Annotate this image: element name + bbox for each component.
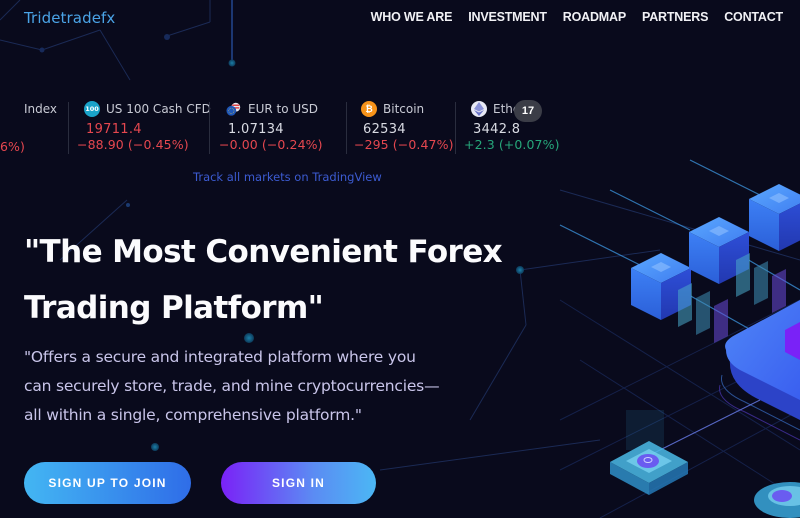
- ticker-item-index[interactable]: Index 6%): [0, 98, 58, 156]
- ticker-divider: [455, 102, 456, 154]
- ticker-item-bitcoin[interactable]: ₿ Bitcoin 62534 −295 (−0.47%): [354, 98, 454, 156]
- ticker-price: 3442.8: [473, 122, 521, 137]
- nav-who-we-are[interactable]: WHO WE ARE: [371, 10, 453, 24]
- site-header: Tridetradefx WHO WE ARE INVESTMENT ROADM…: [0, 0, 800, 34]
- hero-title: "The Most Convenient Forex Trading Platf…: [24, 224, 544, 336]
- ticker-price: 19711.4: [86, 122, 142, 137]
- ticker-price: 62534: [363, 122, 406, 137]
- hero-subtitle: "Offers a secure and integrated platform…: [24, 343, 524, 430]
- nav-partners[interactable]: PARTNERS: [642, 10, 708, 24]
- ticker-tape-widget: Index 6%) 100 US 100 Cash CFD 19711.4 −8…: [0, 98, 560, 158]
- hero-subtitle-line-2: can securely store, trade, and mine cryp…: [24, 377, 440, 395]
- ticker-divider: [209, 102, 210, 154]
- sign-up-button[interactable]: SIGN UP TO JOIN: [24, 462, 191, 504]
- eur-usd-flags-icon: [226, 101, 242, 117]
- logo[interactable]: Tridetradefx: [24, 9, 115, 27]
- blockchain-illustration: [559, 159, 800, 518]
- ticker-name: Index: [24, 102, 58, 116]
- ticker-item-us100[interactable]: 100 US 100 Cash CFD 19711.4 −88.90 (−0.4…: [77, 98, 211, 156]
- tradingview-logo-icon[interactable]: 17: [514, 100, 542, 122]
- hero-subtitle-line-1: "Offers a secure and integrated platform…: [24, 348, 416, 366]
- ticker-item-eurusd[interactable]: EUR to USD 1.07134 −0.00 (−0.24%): [219, 98, 323, 156]
- us100-icon: 100: [84, 101, 100, 117]
- hero-title-line-2: Trading Platform": [24, 290, 324, 326]
- ticker-name: Bitcoin: [383, 102, 425, 116]
- nav-contact[interactable]: CONTACT: [724, 10, 783, 24]
- hero-title-line-1: "The Most Convenient Forex: [24, 234, 503, 270]
- ticker-change: 6%): [0, 139, 26, 154]
- sign-in-button[interactable]: SIGN IN: [221, 462, 376, 504]
- ticker-divider: [68, 102, 69, 154]
- ticker-name: US 100 Cash CFD: [106, 102, 211, 116]
- nav-roadmap[interactable]: ROADMAP: [563, 10, 626, 24]
- ticker-name: EUR to USD: [248, 102, 319, 116]
- ethereum-icon: [471, 101, 487, 117]
- nav-investment[interactable]: INVESTMENT: [468, 10, 547, 24]
- ticker-change: −88.90 (−0.45%): [77, 137, 189, 152]
- ticker-change: −0.00 (−0.24%): [219, 137, 323, 152]
- tradingview-link[interactable]: Track all markets on TradingView: [193, 170, 382, 184]
- ticker-divider: [346, 102, 347, 154]
- ticker-change: +2.3 (+0.07%): [464, 137, 560, 152]
- hero-subtitle-line-3: all within a single, comprehensive platf…: [24, 406, 362, 424]
- ticker-change: −295 (−0.47%): [354, 137, 454, 152]
- ticker-price: 1.07134: [228, 122, 284, 137]
- bitcoin-icon: ₿: [361, 101, 377, 117]
- main-nav: WHO WE ARE INVESTMENT ROADMAP PARTNERS C…: [371, 10, 784, 24]
